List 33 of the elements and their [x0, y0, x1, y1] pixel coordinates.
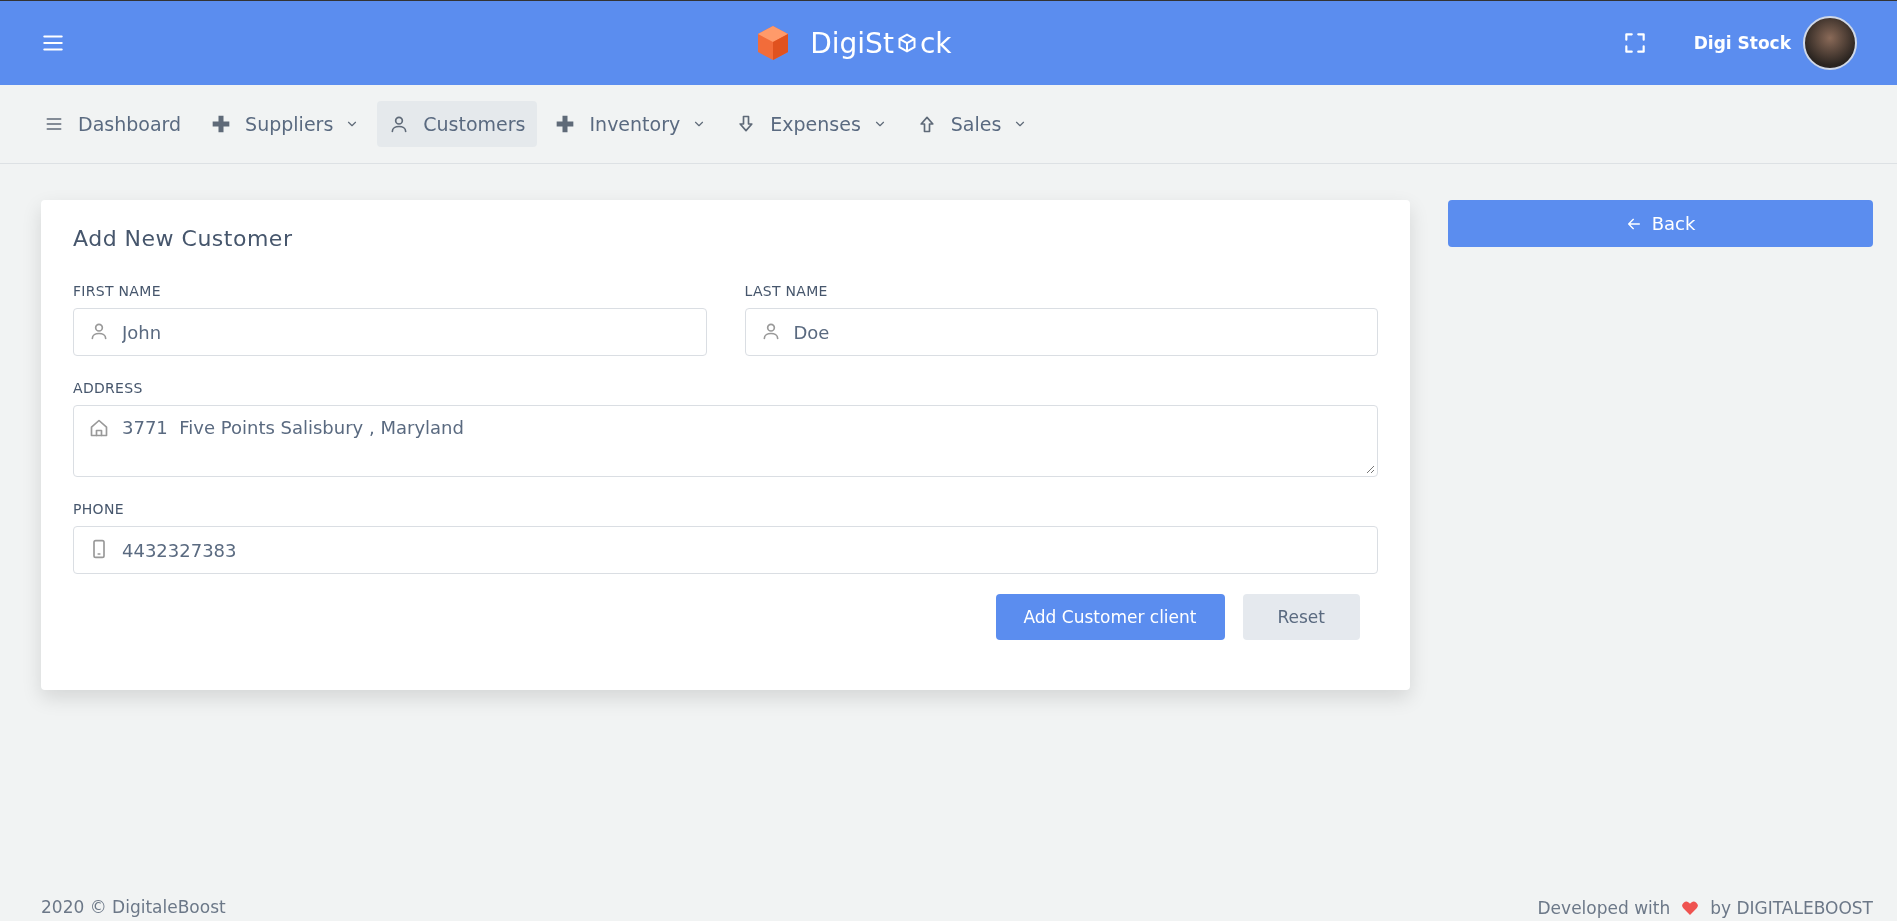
- user-icon: [89, 321, 109, 341]
- plus-icon: [555, 114, 576, 134]
- reset-button[interactable]: Reset: [1242, 594, 1360, 640]
- user-icon: [760, 321, 781, 341]
- avatar[interactable]: [1803, 16, 1857, 70]
- user-name: Digi Stock: [1693, 33, 1791, 53]
- nav-item[interactable]: Suppliers: [199, 101, 372, 147]
- field-label: PHONE: [73, 501, 125, 517]
- input-field[interactable]: Doe: [744, 308, 1378, 356]
- nav-item[interactable]: Dashboard: [32, 101, 194, 147]
- credit-text: by DIGITALEBOOST: [1710, 898, 1873, 918]
- input-field[interactable]: 4432327383: [73, 526, 1378, 574]
- nav-item[interactable]: Inventory: [543, 101, 719, 147]
- form-title: Add New Customer: [73, 226, 294, 251]
- field-label: FIRST NAME: [73, 283, 162, 299]
- logo-text: ck: [919, 26, 952, 60]
- house-icon: [89, 418, 109, 438]
- field-label: LAST NAME: [744, 283, 829, 299]
- nav-item[interactable]: Customers: [377, 101, 538, 147]
- nav-item[interactable]: Expenses: [724, 101, 899, 147]
- plus-icon: [211, 114, 232, 134]
- copyright-text: 2020 © DigitaleBoost: [41, 897, 226, 919]
- heart-icon: [1682, 901, 1699, 915]
- logo-text: DigiSt: [810, 26, 894, 60]
- box-icon: [896, 33, 917, 53]
- add-button[interactable]: Add Customer client: [995, 594, 1225, 640]
- field-label: ADDRESS: [73, 380, 144, 396]
- resize-grip-icon: [1366, 465, 1375, 474]
- address-field[interactable]: 3771 Five Points Salisbury , Maryland: [73, 405, 1378, 477]
- cube-logo-icon: [756, 25, 791, 61]
- back-button[interactable]: Back: [1448, 200, 1873, 247]
- credit-text: Developed with: [1537, 898, 1671, 918]
- nav-item[interactable]: Sales: [904, 101, 1040, 147]
